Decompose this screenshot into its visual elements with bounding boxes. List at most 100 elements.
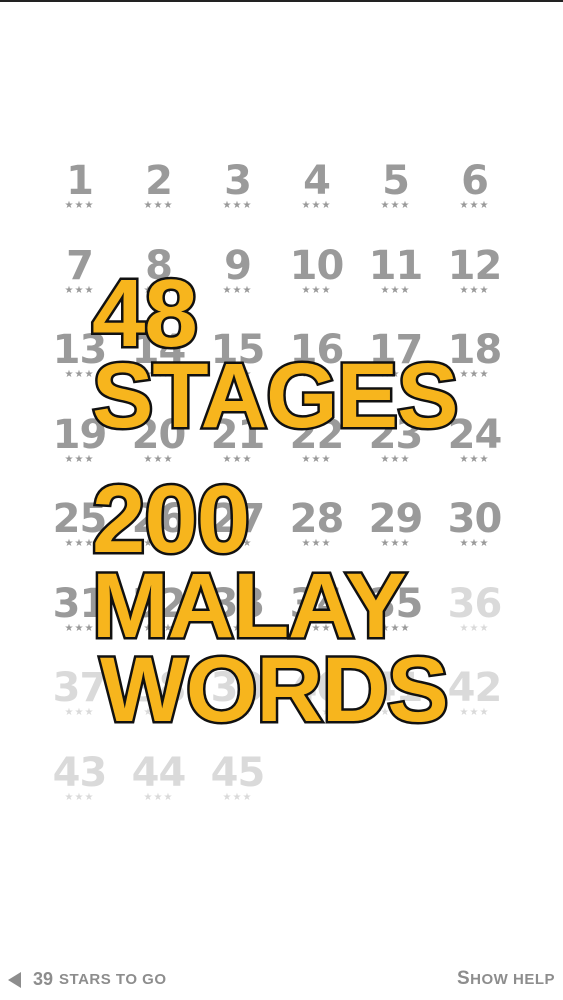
stage-number: 17: [368, 327, 424, 373]
stage-number: 11: [368, 242, 424, 289]
stage-stars: ★★★: [222, 707, 253, 718]
stage-number: 8: [145, 242, 173, 289]
stage-button[interactable]: 15 ★★★: [198, 327, 277, 412]
stage-button[interactable]: 33 ★★★: [198, 581, 277, 666]
stage-stars: ★★★: [64, 707, 95, 718]
stage-button[interactable]: 42 ★★★: [435, 665, 514, 750]
stage-button[interactable]: 43 ★★★: [40, 750, 119, 835]
stage-button[interactable]: 10 ★★★: [277, 243, 356, 328]
stage-stars: ★★★: [301, 453, 332, 465]
stage-button[interactable]: 5 ★★★: [356, 158, 435, 243]
stage-stars: ★★★: [64, 200, 95, 211]
stage-number: 39: [210, 665, 266, 711]
stage-stars: ★★★: [380, 707, 411, 718]
stage-number: 14: [131, 327, 187, 373]
stage-button[interactable]: 12 ★★★: [435, 243, 514, 328]
stage-button[interactable]: 8 ★★★: [119, 243, 198, 328]
stage-button[interactable]: 3 ★★★: [198, 158, 277, 243]
stage-number: 26: [131, 496, 187, 542]
stage-button[interactable]: 44 ★★★: [119, 750, 198, 835]
stage-stars: ★★★: [459, 284, 490, 296]
stage-number: 27: [210, 496, 266, 542]
stage-button[interactable]: 28 ★★★: [277, 496, 356, 581]
stage-button[interactable]: 30 ★★★: [435, 496, 514, 581]
stage-number: 21: [210, 411, 266, 458]
stage-stars: ★★★: [459, 453, 490, 465]
stage-stars: ★★★: [380, 622, 411, 634]
stage-number: 10: [289, 242, 345, 289]
stage-stars: ★★★: [459, 622, 490, 634]
stage-number: 16: [289, 327, 345, 373]
stage-number: 40: [289, 665, 345, 711]
stars-to-go-count: 39: [33, 969, 54, 989]
stage-number: 25: [52, 496, 108, 542]
stage-number: 5: [382, 158, 410, 204]
stage-button[interactable]: 13 ★★★: [40, 327, 119, 412]
top-divider: [0, 0, 563, 2]
stage-number: 7: [66, 242, 94, 289]
stage-number: 41: [368, 665, 424, 711]
stage-stars: ★★★: [222, 622, 253, 634]
stage-button[interactable]: 6 ★★★: [435, 158, 514, 243]
stage-button[interactable]: 11 ★★★: [356, 243, 435, 328]
stage-button[interactable]: 38 ★★★: [119, 665, 198, 750]
stage-button[interactable]: 31 ★★★: [40, 581, 119, 666]
stage-button[interactable]: 34 ★★★: [277, 581, 356, 666]
stage-number: 4: [303, 158, 331, 204]
stage-select-screen: 1 ★★★ 2 ★★★ 3 ★★★ 4 ★★★ 5 ★★★ 6 ★★★ 7 ★★★ 8 ★★★ 9 ★★★ 10 ★★…: [0, 0, 563, 1000]
stage-button[interactable]: 2 ★★★: [119, 158, 198, 243]
stage-stars: ★★★: [380, 453, 411, 465]
stage-button[interactable]: 9 ★★★: [198, 243, 277, 328]
stage-button[interactable]: 25 ★★★: [40, 496, 119, 581]
stage-button[interactable]: 21 ★★★: [198, 412, 277, 497]
stage-button[interactable]: 22 ★★★: [277, 412, 356, 497]
stage-number: 33: [210, 580, 266, 627]
stage-number: 45: [210, 749, 266, 796]
stage-button[interactable]: 7 ★★★: [40, 243, 119, 328]
stage-button[interactable]: 4 ★★★: [277, 158, 356, 243]
stage-button[interactable]: 14 ★★★: [119, 327, 198, 412]
stage-stars: ★★★: [380, 369, 411, 380]
stage-number: 6: [461, 158, 489, 204]
stage-button[interactable]: 1 ★★★: [40, 158, 119, 243]
stage-button[interactable]: 35 ★★★: [356, 581, 435, 666]
stage-stars: ★★★: [64, 284, 95, 296]
stage-number: 44: [131, 749, 187, 796]
stage-grid: 1 ★★★ 2 ★★★ 3 ★★★ 4 ★★★ 5 ★★★ 6 ★★★ 7 ★★★ 8 ★★★ 9 ★★★ 10 ★★…: [40, 158, 516, 834]
stage-number: 31: [52, 580, 108, 627]
stage-stars: ★★★: [222, 538, 253, 549]
stage-button[interactable]: 36 ★★★: [435, 581, 514, 666]
stage-button[interactable]: 45 ★★★: [198, 750, 277, 835]
stage-button[interactable]: 41 ★★★: [356, 665, 435, 750]
stage-button[interactable]: 32 ★★★: [119, 581, 198, 666]
stage-number: 23: [368, 411, 424, 458]
stage-number: 24: [447, 411, 503, 458]
stage-button[interactable]: 37 ★★★: [40, 665, 119, 750]
stage-stars: ★★★: [301, 369, 332, 380]
stage-number: 2: [145, 158, 173, 204]
stage-number: 15: [210, 327, 266, 373]
stage-button[interactable]: 39 ★★★: [198, 665, 277, 750]
stage-button[interactable]: 17 ★★★: [356, 327, 435, 412]
stage-number: 36: [447, 580, 503, 627]
back-button[interactable]: 39 STARS TO GO: [8, 969, 166, 990]
stage-button[interactable]: 29 ★★★: [356, 496, 435, 581]
stage-button[interactable]: 26 ★★★: [119, 496, 198, 581]
stage-stars: ★★★: [301, 538, 332, 549]
stage-stars: ★★★: [143, 284, 174, 296]
stage-number: 3: [224, 158, 252, 204]
stage-stars: ★★★: [143, 622, 174, 634]
stage-number: 13: [52, 327, 108, 373]
show-help-button[interactable]: SHOW HELP: [457, 968, 555, 990]
stage-button[interactable]: 19 ★★★: [40, 412, 119, 497]
stage-number: 29: [368, 496, 424, 542]
stage-button[interactable]: 27 ★★★: [198, 496, 277, 581]
stage-button[interactable]: 20 ★★★: [119, 412, 198, 497]
stage-button[interactable]: 16 ★★★: [277, 327, 356, 412]
stage-button[interactable]: 24 ★★★: [435, 412, 514, 497]
stage-number: 20: [131, 411, 187, 458]
stage-button[interactable]: 40 ★★★: [277, 665, 356, 750]
stage-button[interactable]: 18 ★★★: [435, 327, 514, 412]
stage-button[interactable]: 23 ★★★: [356, 412, 435, 497]
stars-to-go-label: STARS TO GO: [59, 971, 167, 988]
